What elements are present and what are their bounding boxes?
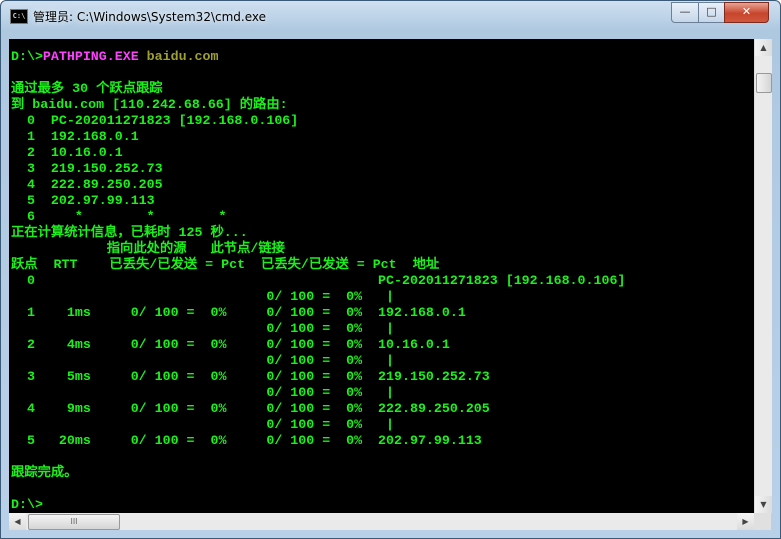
command-argument: baidu.com	[138, 49, 219, 64]
console-line: 5 202.97.99.113	[11, 193, 155, 208]
scroll-up-button[interactable]: ▲	[755, 39, 772, 56]
console-line: 3 5ms 0/ 100 = 0% 0/ 100 = 0% 219.150.25…	[11, 369, 490, 384]
cmd-window: C:\ 管理员: C:\Windows\System32\cmd.exe — □…	[0, 0, 781, 539]
close-button[interactable]: ✕	[724, 2, 769, 23]
console-line: 3 219.150.252.73	[11, 161, 163, 176]
console-line: 跃点 RTT 已丢失/已发送 = Pct 已丢失/已发送 = Pct 地址	[11, 257, 440, 272]
console-line: 6 * * *	[11, 209, 227, 224]
console-line: 0/ 100 = 0% |	[11, 353, 395, 368]
console-line: 0/ 100 = 0% |	[11, 321, 395, 336]
vertical-scroll-thumb[interactable]	[756, 73, 772, 93]
scroll-left-button[interactable]: ◀	[9, 513, 26, 530]
title-bar[interactable]: C:\ 管理员: C:\Windows\System32\cmd.exe — □…	[1, 1, 780, 31]
console-line: 4 9ms 0/ 100 = 0% 0/ 100 = 0% 222.89.250…	[11, 401, 490, 416]
console-line: 5 20ms 0/ 100 = 0% 0/ 100 = 0% 202.97.99…	[11, 433, 482, 448]
console-line: 到 baidu.com [110.242.68.66] 的路由:	[11, 97, 288, 112]
scroll-right-button[interactable]: ▶	[737, 513, 754, 530]
cmd-app-icon[interactable]: C:\	[10, 9, 28, 24]
console-line: 0 PC-202011271823 [192.168.0.106]	[11, 113, 299, 128]
window-title: 管理员: C:\Windows\System32\cmd.exe	[33, 10, 266, 24]
command-text: PATHPING.EXE	[42, 49, 139, 64]
console-line: 4 222.89.250.205	[11, 177, 163, 192]
console-line: 正在计算统计信息，已耗时 125 秒...	[11, 225, 248, 240]
scroll-down-button[interactable]: ▼	[755, 496, 772, 513]
resize-corner[interactable]	[754, 513, 771, 530]
console-line: 跟踪完成。	[11, 465, 78, 480]
maximize-button[interactable]: □	[698, 2, 725, 23]
console-output[interactable]: D:\>PATHPING.EXE baidu.com 通过最多 30 个跃点跟踪…	[9, 39, 754, 513]
console-line: 0/ 100 = 0% |	[11, 417, 395, 432]
vertical-scrollbar[interactable]: ▲ ▼	[754, 39, 772, 513]
console-line: 2 4ms 0/ 100 = 0% 0/ 100 = 0% 10.16.0.1	[11, 337, 450, 352]
console-line: 0/ 100 = 0% |	[11, 385, 395, 400]
horizontal-scroll-thumb[interactable]: III	[28, 514, 120, 530]
console-line: 0 PC-202011271823 [192.168.0.106]	[11, 273, 626, 288]
minimize-button[interactable]: —	[671, 2, 699, 23]
console-line: 2 10.16.0.1	[11, 145, 123, 160]
console-line: D:\>	[11, 497, 43, 512]
prompt: D:\>	[11, 49, 43, 64]
console-line: 通过最多 30 个跃点跟踪	[11, 81, 163, 96]
console-line: 0/ 100 = 0% |	[11, 289, 395, 304]
console-line: 1 1ms 0/ 100 = 0% 0/ 100 = 0% 192.168.0.…	[11, 305, 466, 320]
command-line: D:\>PATHPING.EXE baidu.com	[11, 49, 625, 65]
console-lines: D:\>PATHPING.EXE baidu.com 通过最多 30 个跃点跟踪…	[11, 49, 625, 513]
console-line: 1 192.168.0.1	[11, 129, 139, 144]
horizontal-scrollbar[interactable]: ◀ III ▶	[9, 513, 754, 530]
console-line: 指向此处的源 此节点/链接	[11, 241, 285, 256]
